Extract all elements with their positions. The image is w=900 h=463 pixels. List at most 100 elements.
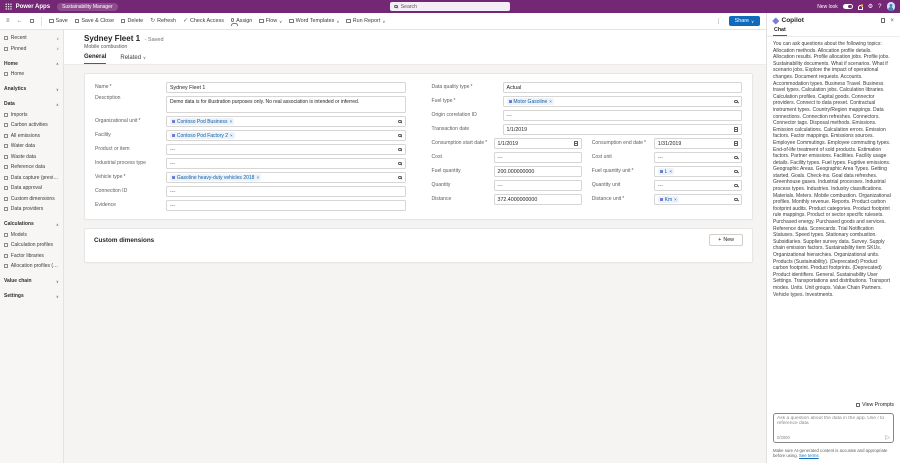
see-terms-link[interactable]: See terms [799,453,819,458]
sidebar-group-data[interactable]: Data ∧ [0,99,63,110]
lookup-chip[interactable]: Motor Gasoline× [507,98,554,105]
sidebar-group-settings[interactable]: Settings ∨ [0,291,63,302]
help-icon[interactable]: ? [878,4,881,10]
share-button[interactable]: Share∨ [729,16,760,26]
sidebar-item-carbon-activities[interactable]: Carbon activities [0,120,63,131]
sidebar-item-custom-dimensions[interactable]: Custom dimensions [0,194,63,205]
sidebar-item-reference-data[interactable]: Reference data [0,162,63,173]
send-icon[interactable]: ▷ [885,435,890,441]
search-icon[interactable] [734,100,738,104]
remove-value-icon[interactable]: × [669,169,672,174]
search-icon[interactable] [734,170,738,174]
sidebar-item-water-data[interactable]: Water data [0,141,63,152]
description-input[interactable]: Demo data is for illustration purposes o… [166,96,406,113]
sidebar-group-calculations[interactable]: Calculations ∧ [0,219,63,230]
distance-input[interactable]: 372.4000000000 [494,194,582,205]
name-input[interactable]: Sydney Fleet 1 [166,82,406,93]
sidebar-item-factor-libraries[interactable]: Factor libraries [0,251,63,262]
search-icon[interactable] [398,120,402,124]
more-commands-button[interactable]: ⋮ [716,18,722,25]
fuel-quantity-input[interactable]: 200.000000000 [494,166,582,177]
chevron-down-icon[interactable]: ∨ [56,46,59,51]
sidebar-group-home[interactable]: Home ∧ [0,58,63,69]
app-name-chip[interactable]: Sustainability Manager [57,3,118,11]
sidebar-item-waste-data[interactable]: Waste data [0,152,63,163]
product-or-item-lookup[interactable]: --- [166,144,406,155]
search-icon[interactable] [398,176,402,180]
remove-value-icon[interactable]: × [256,175,259,180]
global-search-input[interactable]: Search [390,2,510,11]
consumption-end-date-input[interactable]: 1/31/2019 [654,138,742,149]
tab-general[interactable]: General [84,54,106,64]
tab-related[interactable]: Related ∨ [120,54,146,64]
cost-unit-lookup[interactable]: --- [654,152,742,163]
lookup-chip[interactable]: Contoso Pod Factory 2× [170,132,235,139]
flow-button[interactable]: Flow∨ [259,18,282,24]
search-icon[interactable] [398,162,402,166]
data-quality-type-select[interactable]: Actual [503,82,743,93]
save-and-close-button[interactable]: Save & Close [75,18,114,24]
delete-button[interactable]: Delete [121,18,143,24]
new-look-toggle[interactable] [843,4,853,10]
run-report-button[interactable]: Run Report∨ [346,18,385,24]
vehicle-type-lookup[interactable]: Gasoline heavy-duty vehicles 2018× [166,172,406,183]
remove-value-icon[interactable]: × [230,133,233,138]
lookup-chip[interactable]: Contoso Pod Business× [170,118,234,125]
open-in-window-icon[interactable] [881,18,885,22]
search-icon[interactable] [734,156,738,160]
lookup-chip[interactable]: L× [658,168,674,175]
search-icon[interactable] [734,184,738,188]
sidebar-item-recent[interactable]: Recent ∨ [0,33,63,44]
check-access-button[interactable]: ✓Check Access [183,18,224,24]
consumption-start-date-input[interactable]: 1/1/2019 [494,138,582,149]
facility-lookup[interactable]: Contoso Pod Factory 2× [166,130,406,141]
cost-input[interactable]: --- [494,152,582,163]
connection-id-input[interactable]: --- [166,186,406,197]
evidence-input[interactable]: --- [166,200,406,211]
save-button[interactable]: Save [49,18,68,24]
calendar-icon[interactable] [574,141,578,146]
chevron-down-icon[interactable]: ∨ [56,36,59,41]
calendar-icon[interactable] [734,127,738,132]
sidebar-item-all-emissions[interactable]: All emissions [0,131,63,142]
notifications-bell-icon[interactable] [858,5,863,10]
calendar-icon[interactable] [734,141,738,146]
sidebar-group-value-chain[interactable]: Value chain ∨ [0,276,63,287]
settings-gear-icon[interactable]: ⚙ [868,4,873,10]
sidebar-item-data-providers[interactable]: Data providers [0,204,63,215]
refresh-button[interactable]: ↻Refresh [150,18,176,24]
waffle-menu-icon[interactable] [5,3,12,10]
word-templates-button[interactable]: Word Templates∨ [289,18,339,24]
account-avatar[interactable] [887,2,896,11]
transaction-date-input[interactable]: 1/1/2019 [503,124,743,135]
remove-value-icon[interactable]: × [549,99,552,104]
lookup-chip[interactable]: Gasoline heavy-duty vehicles 2018× [170,174,261,181]
assign-button[interactable]: Assign [231,18,252,24]
sidebar-item-pinned[interactable]: Pinned ∨ [0,44,63,55]
copilot-question-input[interactable] [777,416,890,431]
sidebar-item-imports[interactable]: Imports [0,110,63,121]
view-prompts-button[interactable]: View Prompts [856,402,894,408]
back-button[interactable]: ← [17,18,23,24]
search-icon[interactable] [734,198,738,202]
sidebar-item-home[interactable]: Home [0,69,63,80]
close-icon[interactable]: × [890,18,894,24]
fuel-quantity-unit-lookup[interactable]: L× [654,166,742,177]
fuel-type-lookup[interactable]: Motor Gasoline× [503,96,743,107]
sidebar-item-allocation-profiles[interactable]: Allocation profiles (p... [0,261,63,272]
brand-label[interactable]: Power Apps [16,4,50,10]
sidebar-item-data-approval[interactable]: Data approval [0,183,63,194]
search-icon[interactable] [398,148,402,152]
search-icon[interactable] [398,134,402,138]
remove-value-icon[interactable]: × [229,119,232,124]
new-button[interactable]: + New [709,234,743,246]
origin-correlation-id-input[interactable]: --- [503,110,743,121]
industrial-process-type-lookup[interactable]: --- [166,158,406,169]
lookup-chip[interactable]: Km× [658,196,679,203]
show-as-button[interactable] [30,19,35,24]
sidebar-item-calculation-profiles[interactable]: Calculation profiles [0,240,63,251]
quantity-unit-lookup[interactable]: --- [654,180,742,191]
tab-chat[interactable]: Chat [773,26,787,36]
quantity-input[interactable]: --- [494,180,582,191]
distance-unit-lookup[interactable]: Km× [654,194,742,205]
